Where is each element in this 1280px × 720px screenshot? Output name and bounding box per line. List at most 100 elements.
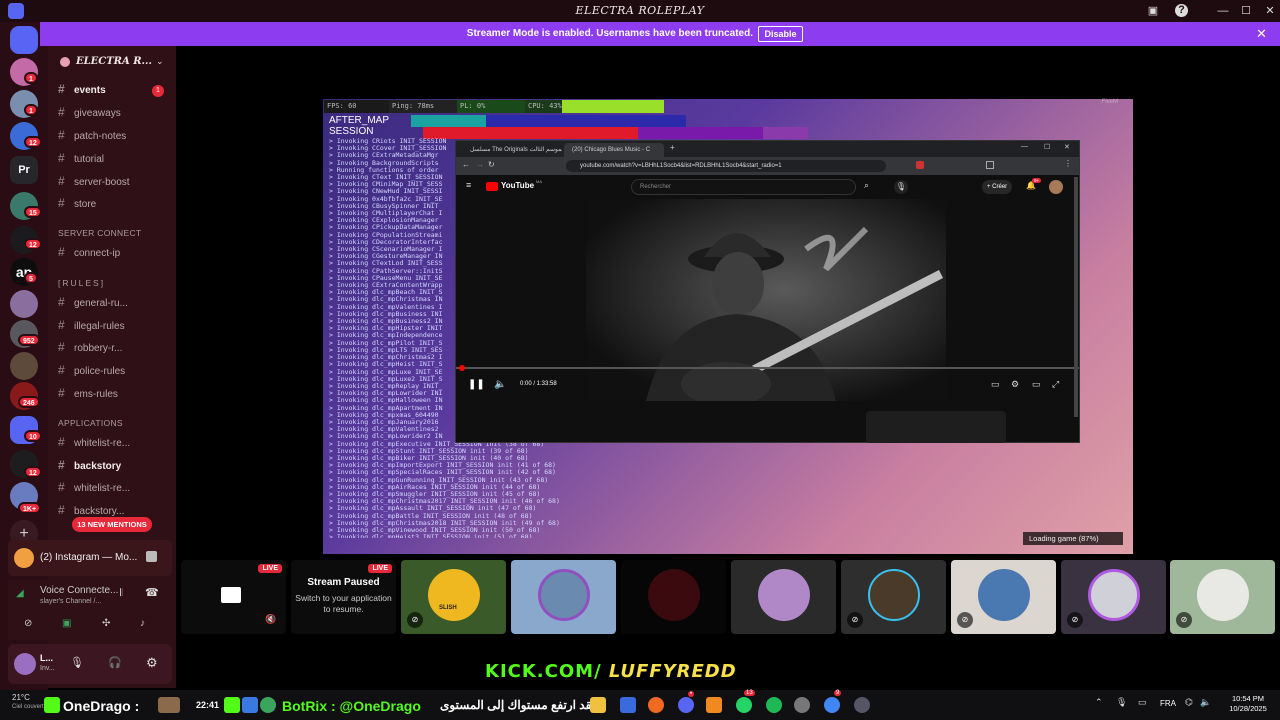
soundboard-icon[interactable]: ♪ bbox=[140, 618, 145, 629]
close-icon[interactable]: ✕ bbox=[1256, 26, 1267, 42]
new-tab-icon[interactable]: + bbox=[670, 143, 675, 152]
channel-tutorial[interactable]: # tutorial bbox=[58, 151, 170, 169]
disable-button[interactable]: Disable bbox=[758, 26, 803, 42]
channel-backstory[interactable]: # backstory bbox=[58, 458, 170, 476]
scrollbar[interactable] bbox=[1074, 177, 1078, 417]
channel-store[interactable]: # store bbox=[58, 196, 170, 214]
microphone-icon[interactable]: 🎙 bbox=[894, 180, 908, 194]
avatar[interactable] bbox=[1049, 180, 1063, 194]
category-rules[interactable]: [RULES] bbox=[58, 278, 105, 288]
signal-icon[interactable]: ◢ bbox=[16, 588, 24, 599]
channel-whitelist-request-2[interactable]: # whitelist-re... bbox=[58, 480, 170, 498]
browser-window[interactable]: مسلسل The Originals الموسم الثالث (20) C… bbox=[455, 140, 1080, 443]
hamburger-menu-icon[interactable]: ≡ bbox=[466, 180, 471, 190]
settings-gear-icon[interactable]: ⚙ bbox=[1011, 379, 1019, 390]
participant-tile[interactable] bbox=[731, 560, 836, 634]
category-applications[interactable]: APPLICATIONS bbox=[58, 418, 123, 428]
tab-youtube[interactable]: (20) Chicago Blues Music - C bbox=[564, 143, 664, 157]
create-button[interactable]: + Créer bbox=[982, 180, 1013, 194]
app-icon[interactable] bbox=[794, 697, 810, 713]
channel-general-rules[interactable]: # general-ru... bbox=[58, 295, 170, 313]
screen-share-icon[interactable] bbox=[146, 551, 157, 562]
category-server-connect[interactable]: SERVER CONNECT bbox=[58, 228, 141, 238]
channel-patch-notes[interactable]: # patch-notes bbox=[58, 128, 170, 146]
app-icon[interactable] bbox=[706, 697, 722, 713]
activities-icon[interactable]: ✣ bbox=[102, 618, 110, 629]
reload-icon[interactable]: ↻ bbox=[488, 160, 495, 169]
server-icon[interactable] bbox=[10, 352, 38, 380]
close-window-button[interactable]: ✕ bbox=[1064, 143, 1070, 151]
channel-whitelist-request[interactable]: # whitelist-re... bbox=[58, 435, 170, 453]
server-icon[interactable]: Pr bbox=[10, 156, 38, 184]
channel-police-rules[interactable]: # police-rules bbox=[58, 363, 170, 381]
participant-tile[interactable]: LIVE 🔇 bbox=[181, 560, 286, 634]
subtitles-icon[interactable]: ▭ bbox=[991, 379, 1000, 390]
new-mentions-pill[interactable]: 13 NEW MENTIONS bbox=[72, 517, 152, 532]
microphone-icon[interactable]: 🎙 bbox=[1116, 697, 1127, 708]
headphones-icon[interactable]: 🎧 bbox=[108, 656, 122, 669]
close-window-button[interactable]: ✕ bbox=[1262, 3, 1278, 19]
participant-tile[interactable]: SLISH ⊘ bbox=[401, 560, 506, 634]
clock[interactable]: 10:54 PM 10/28/2025 bbox=[1220, 694, 1276, 714]
weather-temp[interactable]: 21°C bbox=[12, 693, 30, 702]
participant-tile[interactable] bbox=[511, 560, 616, 634]
youtube-logo-text[interactable]: YouTube bbox=[501, 181, 534, 190]
channel-ems-rules[interactable]: # ems-rules bbox=[58, 386, 170, 404]
minimize-button[interactable]: — bbox=[1021, 143, 1028, 150]
theater-mode-icon[interactable]: ▭ bbox=[1032, 379, 1041, 390]
participant-tile[interactable]: ⊘ bbox=[951, 560, 1056, 634]
app-icon[interactable] bbox=[620, 697, 636, 713]
disconnect-icon[interactable]: ☎ bbox=[145, 586, 159, 599]
firefox-icon[interactable] bbox=[648, 697, 664, 713]
noise-suppression-icon[interactable]: 𝄃 bbox=[120, 588, 122, 599]
channel-server-boost[interactable]: # server-boost bbox=[58, 174, 170, 192]
pause-icon[interactable]: ❚❚ bbox=[468, 379, 485, 390]
language-indicator[interactable]: FRA bbox=[1160, 699, 1176, 708]
discord-home-icon[interactable] bbox=[10, 26, 38, 54]
participant-tile[interactable] bbox=[621, 560, 726, 634]
settings-gear-icon[interactable]: ⚙ bbox=[146, 655, 158, 671]
channel-giveaways[interactable]: # giveaways bbox=[58, 105, 170, 123]
speaker-icon[interactable]: 🔈 bbox=[1200, 697, 1211, 708]
speaker-muted-icon[interactable]: 🔇 bbox=[265, 614, 276, 625]
file-explorer-icon[interactable] bbox=[590, 697, 606, 713]
inbox-icon[interactable]: ▣ bbox=[1145, 3, 1161, 19]
maximize-button[interactable]: ☐ bbox=[1044, 143, 1050, 151]
extension-icon[interactable] bbox=[916, 161, 924, 169]
fullscreen-icon[interactable]: ⤢ bbox=[1052, 379, 1059, 390]
whatsapp-icon[interactable] bbox=[736, 697, 752, 713]
tab-originals[interactable]: مسلسل The Originals الموسم الثالث bbox=[462, 143, 562, 157]
chevron-up-icon[interactable]: ⌃ bbox=[1095, 697, 1103, 708]
sidebar-icon[interactable] bbox=[986, 161, 994, 169]
camera-off-icon[interactable]: ⊘ bbox=[24, 618, 32, 629]
video-player[interactable] bbox=[586, 199, 946, 401]
spotify-icon[interactable] bbox=[766, 697, 782, 713]
screen-share-icon[interactable]: ▣ bbox=[62, 618, 71, 629]
chrome-icon[interactable] bbox=[824, 697, 840, 713]
channel-illegal-rules[interactable]: # illegal-rules bbox=[58, 318, 170, 336]
volume-icon[interactable]: 🔈 bbox=[494, 379, 506, 390]
voice-channel[interactable]: slayer's Channel /... bbox=[40, 598, 101, 605]
chevron-down-icon[interactable]: ⌄ bbox=[156, 56, 164, 67]
seek-bar[interactable] bbox=[456, 367, 1079, 369]
participant-tile[interactable]: ⊘ bbox=[841, 560, 946, 634]
microphone-icon[interactable]: 🎙 bbox=[70, 656, 84, 669]
menu-icon[interactable]: ⋮ bbox=[1064, 159, 1072, 168]
settings-gear-icon[interactable] bbox=[854, 697, 870, 713]
discord-icon[interactable] bbox=[678, 697, 694, 713]
search-icon[interactable]: ⌕ bbox=[864, 180, 869, 191]
avatar[interactable] bbox=[14, 653, 36, 675]
search-input[interactable]: Rechercher bbox=[631, 179, 856, 195]
network-icon[interactable]: ⌬ bbox=[1185, 697, 1193, 708]
server-name[interactable]: ELECTRA R... bbox=[76, 56, 166, 67]
participant-tile[interactable]: ⊘ bbox=[1170, 560, 1275, 634]
channel-robbery-rules[interactable]: # robbery-r... bbox=[58, 340, 170, 358]
minimize-button[interactable]: — bbox=[1215, 3, 1231, 19]
back-icon[interactable]: ← bbox=[462, 160, 470, 169]
forward-icon[interactable]: → bbox=[476, 160, 484, 169]
participant-tile[interactable]: ⊘ bbox=[1061, 560, 1166, 634]
help-icon[interactable]: ? bbox=[1175, 4, 1188, 17]
url-input[interactable]: youtube.com/watch?v=LBHhL1Socb4&list=RDL… bbox=[566, 160, 886, 172]
battery-icon[interactable]: ▭ bbox=[1138, 697, 1147, 708]
maximize-button[interactable]: ☐ bbox=[1238, 3, 1254, 19]
